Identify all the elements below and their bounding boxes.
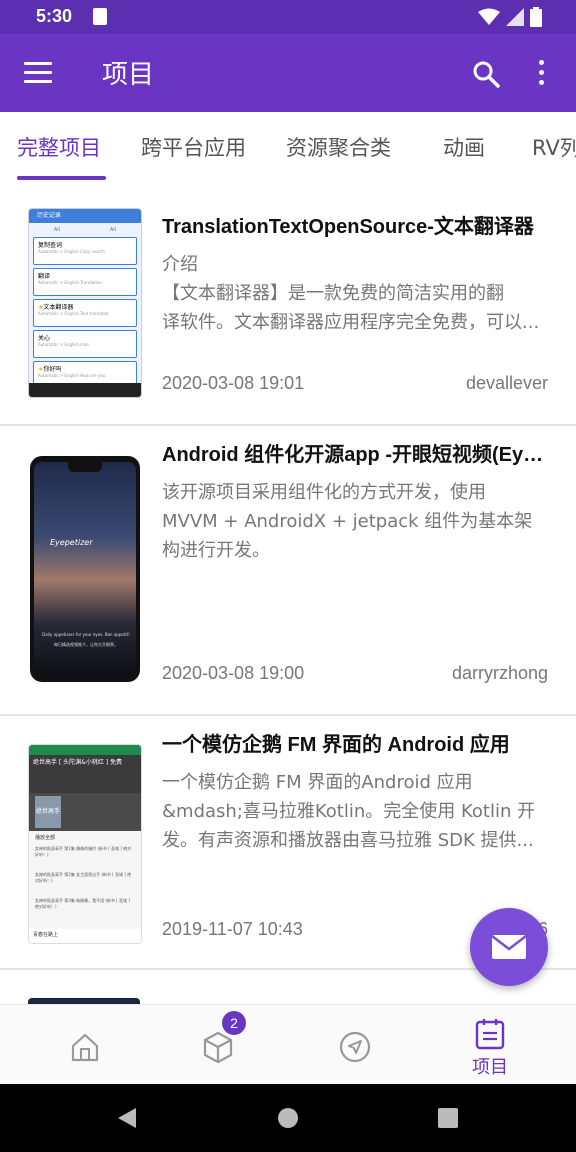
thumb-track: 女神的贴身高手 第1集 偶像的婚约 (新书 [ 圣域 ] 绝对好听！) (35, 846, 132, 857)
home-icon (71, 1033, 99, 1062)
home-button-icon[interactable] (277, 1107, 299, 1129)
recents-icon[interactable] (437, 1107, 459, 1129)
item-description: 该开源项目采用组件化的方式开发，使用 MVVM + AndroidX + jet… (162, 482, 533, 561)
nav-box[interactable] (146, 1005, 290, 1085)
battery-icon (530, 7, 542, 27)
page-title: 项目 (102, 60, 155, 90)
thumb-book: 绝世高手 (35, 796, 61, 828)
tab-animation[interactable]: 动画 (443, 132, 485, 162)
back-icon[interactable] (116, 1106, 138, 1130)
tab-cross-platform[interactable]: 跨平台应用 (141, 132, 246, 162)
nav-home[interactable] (14, 1005, 158, 1085)
project-thumbnail: 绝世高手 [ 头陀渊&小桃红 ] 免费 绝世高手 播放全部 女神的贴身高手 第1… (28, 744, 142, 944)
list-item[interactable]: Eyepetizer Daily appetizers for your eye… (0, 426, 576, 714)
signal-icon (506, 8, 524, 26)
item-title: 一个模仿企鹅 FM 界面的 Android 应用 (162, 734, 510, 756)
thumb-play-all: 播放全部 (35, 835, 56, 841)
project-list: 历史记录 All All 复制查词 Automatic > English Cop… (0, 180, 576, 1004)
status-icons (478, 7, 542, 27)
item-author: darryrzhong (451, 663, 548, 683)
tab-resource-aggregation[interactable]: 资源聚合类 (286, 132, 391, 162)
mail-fab-button[interactable] (470, 908, 548, 986)
thumb-row: 关心 Automatic > English care (33, 330, 137, 358)
thumb-row: 翻译 Automatic > English Translation (33, 268, 137, 296)
thumb-header: 历史记录 (29, 209, 141, 223)
thumb-caption: Daily appetizers for your eyes. Bon appe… (42, 632, 130, 637)
thumb-track: 女神的贴身高手 第2集 女主居然出手 (新书 [ 圣域 ] 绝对好听！) (35, 872, 132, 883)
system-navigation-bar (0, 1084, 576, 1152)
item-date: 2020-03-08 19:01 (162, 373, 305, 393)
notification-badge: 2 (222, 1011, 246, 1035)
bottom-navigation: 项目 (0, 1004, 576, 1085)
wifi-icon (478, 8, 500, 25)
item-title: TranslationTextOpenSource-文本翻译器 (162, 216, 534, 238)
status-bar: 5:30 (0, 0, 576, 34)
item-description: 一个模仿企鹅 FM 界面的Android 应用 &mdash;喜马拉雅Kotli… (162, 772, 536, 851)
tab-complete-projects[interactable]: 完整项目 (17, 132, 101, 162)
navigation-icon (339, 1031, 371, 1063)
item-date: 2020-03-08 19:00 (162, 663, 305, 683)
app-bar: 项目 (0, 34, 576, 112)
menu-icon[interactable] (24, 62, 52, 84)
thumb-row: 复制查词 Automatic > English Copy search (33, 237, 137, 265)
thumb-filter: All (53, 227, 61, 233)
nav-project-label: 项目 (472, 1057, 508, 1078)
item-description: 介绍 【文本翻译器】是一款免费的简洁实用的翻 译软件。文本翻译器应用程序完全免费… (162, 254, 540, 333)
cube-icon (203, 1031, 233, 1063)
thumb-header: 绝世高手 [ 头陀渊&小桃红 ] 免费 (29, 755, 141, 793)
thumb-footer: 青春在路上 (29, 929, 141, 943)
item-title: Android 组件化开源app -开眼短视频(Eyepetizer) (162, 444, 548, 466)
nav-project[interactable]: 项目 (418, 1005, 562, 1085)
thumb-filter: All (109, 227, 117, 233)
more-options-icon[interactable] (538, 60, 546, 86)
nav-navigate[interactable] (284, 1005, 428, 1085)
search-icon[interactable] (472, 60, 500, 88)
clipboard-icon (475, 1019, 505, 1050)
sd-card-icon (93, 8, 107, 25)
thumb-brand: Eyepetizer (50, 538, 93, 547)
project-thumbnail: Eyepetizer Daily appetizers for your eye… (30, 456, 140, 682)
list-item[interactable]: 历史记录 All All 复制查词 Automatic > English Cop… (0, 180, 576, 424)
item-date: 2019-11-07 10:43 (162, 919, 303, 939)
tab-bar: 完整项目 跨平台应用 资源聚合类 动画 RV列 (0, 112, 576, 180)
thumb-caption-cn: 每日精选视频推介，让你大开眼界。 (54, 642, 118, 647)
project-thumbnail: 历史记录 All All 复制查词 Automatic > English Cop… (28, 208, 142, 398)
mail-icon (491, 935, 527, 959)
thumb-track: 女神的贴身高手 第3集 偷偷睡，我不用 (新书 [ 圣域 ] 绝对好听！) (35, 898, 130, 909)
tab-rv-list[interactable]: RV列 (532, 132, 576, 162)
status-time: 5:30 (36, 6, 73, 26)
thumb-row: ★文本翻译器 Automatic > English Text translato… (33, 299, 137, 327)
item-author: devallever (465, 373, 548, 393)
